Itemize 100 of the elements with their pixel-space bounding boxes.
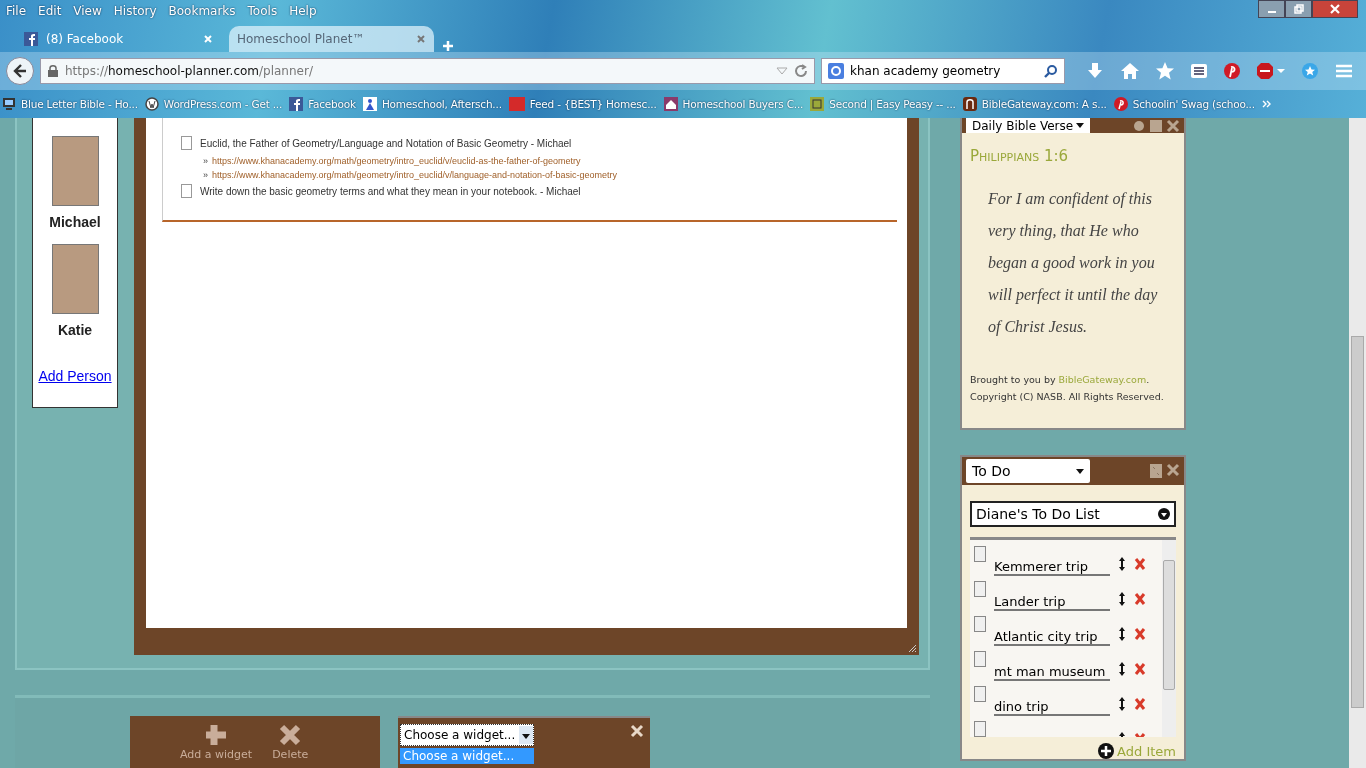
caret-icon	[1076, 468, 1084, 474]
google-icon	[828, 63, 844, 79]
list-icon[interactable]	[1190, 62, 1208, 80]
browser-tab[interactable]: Homeschool Planet™	[229, 26, 434, 52]
bookmark-link[interactable]: Homeschool Buyers C...	[663, 97, 804, 111]
pinterest-icon[interactable]	[1223, 62, 1241, 80]
task-text: Write down the basic geometry terms and what they mean in your notebook. - Michael	[200, 185, 581, 197]
star-badge-icon[interactable]	[1301, 62, 1319, 80]
todo-item-field[interactable]: mt man museum	[994, 656, 1110, 681]
close-icon[interactable]	[1166, 463, 1180, 477]
checkbox[interactable]	[181, 136, 192, 150]
facebook-icon	[289, 97, 304, 111]
checkbox[interactable]	[974, 581, 986, 597]
menu-icon[interactable]	[1334, 62, 1354, 80]
home-icon[interactable]	[1120, 61, 1140, 81]
widget-select[interactable]: Daily Bible Verse	[966, 118, 1090, 133]
address-field[interactable]: https://homeschool-planner.com/planner/	[40, 58, 815, 84]
resource-link[interactable]: https://www.khanacademy.org/math/geometry/intro_euclid/v/language-and-notation-of-basic-geometry	[212, 170, 618, 180]
close-icon[interactable]	[416, 34, 426, 44]
menu-item[interactable]: Edit	[38, 4, 62, 18]
restore-button[interactable]	[1285, 0, 1312, 18]
bookmark-link[interactable]: Blue Letter Bible - Ho...	[2, 97, 138, 111]
bookmark-link[interactable]: WordPress.com - Get ...	[144, 97, 283, 111]
url-text: https://homeschool-planner.com/planner/	[65, 64, 313, 78]
book-icon	[962, 97, 977, 111]
dropdown-icon[interactable]	[776, 66, 788, 76]
star-icon[interactable]	[1155, 61, 1175, 81]
bookmark-link[interactable]: Facebook	[289, 97, 356, 111]
resize-icon[interactable]	[1149, 463, 1163, 479]
logo-icon	[508, 97, 525, 111]
todo-item-field[interactable]: Kemmerer trip	[994, 551, 1110, 576]
chevron-icon[interactable]	[1261, 100, 1272, 108]
minimize-button[interactable]	[1258, 0, 1285, 18]
checkbox[interactable]	[974, 686, 986, 702]
resource-link[interactable]: https://www.khanacademy.org/math/geometry/intro_euclid/v/euclid-as-the-father-of-geometry	[212, 156, 581, 166]
close-button[interactable]	[1312, 0, 1358, 18]
bookmark-link[interactable]: Homeschool, Aftersch...	[362, 97, 502, 111]
todo-item-field[interactable]: Atlantic city trip	[994, 621, 1110, 646]
page-scrollbar[interactable]	[1349, 118, 1366, 768]
close-icon	[1329, 4, 1341, 14]
tab-title: (8) Facebook	[46, 32, 125, 46]
list-select[interactable]: Diane's To Do List	[970, 501, 1176, 527]
figure-icon	[362, 97, 377, 111]
back-button[interactable]	[6, 57, 34, 85]
checkbox[interactable]	[974, 651, 986, 667]
list-scrollbar[interactable]	[1162, 540, 1176, 737]
add-item-link[interactable]: Add Item	[1117, 743, 1176, 759]
menu-item[interactable]: Bookmarks	[168, 4, 236, 18]
dropdown-option[interactable]: Choose a widget...	[400, 748, 534, 764]
menu-item[interactable]: Help	[289, 4, 317, 18]
todo-item-field[interactable]: dino trip	[994, 691, 1110, 716]
credit-text: Brought to you by BibleGateway.com. Copyright (C) NASB. All Rights Reserved.	[970, 373, 1165, 404]
wordpress-icon	[144, 97, 159, 111]
square-icon	[810, 97, 825, 111]
adblock-icon[interactable]	[1256, 62, 1286, 80]
photo-placeholder[interactable]	[51, 244, 99, 314]
checkbox[interactable]	[181, 184, 192, 198]
bullet-mark: »	[203, 156, 208, 166]
tab-title: Homeschool Planet™	[237, 32, 366, 46]
checkbox[interactable]	[974, 616, 986, 632]
minimize-icon	[1267, 11, 1276, 13]
menu-item[interactable]: History	[113, 4, 157, 18]
select-value: Daily Bible Verse	[972, 118, 1074, 133]
person-name[interactable]: Michael	[49, 214, 101, 230]
back-arrow-icon	[11, 62, 29, 80]
restore-icon	[1293, 4, 1304, 14]
person-name[interactable]: Katie	[57, 322, 93, 338]
search-field[interactable]: khan academy geometry	[821, 58, 1065, 84]
menu-item[interactable]: View	[73, 4, 102, 18]
resize-grip-icon[interactable]	[907, 643, 917, 653]
close-icon[interactable]	[1166, 119, 1180, 133]
checkbox[interactable]	[974, 546, 986, 562]
verse-reference: Philippians 1:6	[970, 147, 1070, 165]
delete-button[interactable]: Delete	[272, 724, 309, 768]
resize-icon[interactable]	[1149, 119, 1163, 133]
bullet-mark: »	[203, 170, 208, 180]
dropdown-icon	[1158, 507, 1170, 521]
add-widget-button[interactable]: Add a widget	[180, 724, 253, 768]
todo-item-field[interactable]: Lander trip	[994, 586, 1110, 611]
photo-placeholder[interactable]	[51, 136, 99, 206]
widget-select[interactable]: To Do	[966, 459, 1090, 483]
widget-select[interactable]: Choose a widget...	[400, 724, 534, 746]
add-icon[interactable]	[1098, 743, 1115, 759]
x-icon	[279, 724, 302, 746]
new-tab-icon[interactable]	[442, 40, 454, 52]
bookmark-link[interactable]: Second | Easy Peasy -- ...	[810, 97, 956, 111]
select-value: Choose a widget...	[404, 728, 516, 742]
menu-item[interactable]: Tools	[247, 4, 278, 18]
reload-icon[interactable]	[794, 64, 808, 78]
menu-item[interactable]: File	[6, 4, 27, 18]
add-person-link[interactable]: Add Person	[38, 368, 112, 384]
plus-icon	[205, 724, 228, 746]
house-icon	[663, 97, 678, 111]
checkbox[interactable]	[974, 721, 986, 737]
bookmark-link[interactable]: BibleGateway.com: A s...	[962, 97, 1107, 111]
bookmark-link[interactable]: Schoolin' Swag (schoo...	[1113, 97, 1255, 111]
dropdown-icon	[519, 726, 533, 744]
search-icon	[1044, 64, 1058, 78]
bookmark-link[interactable]: Feed - {BEST} Homesc...	[508, 97, 657, 111]
browser-tab[interactable]: (8) Facebook	[16, 26, 221, 52]
